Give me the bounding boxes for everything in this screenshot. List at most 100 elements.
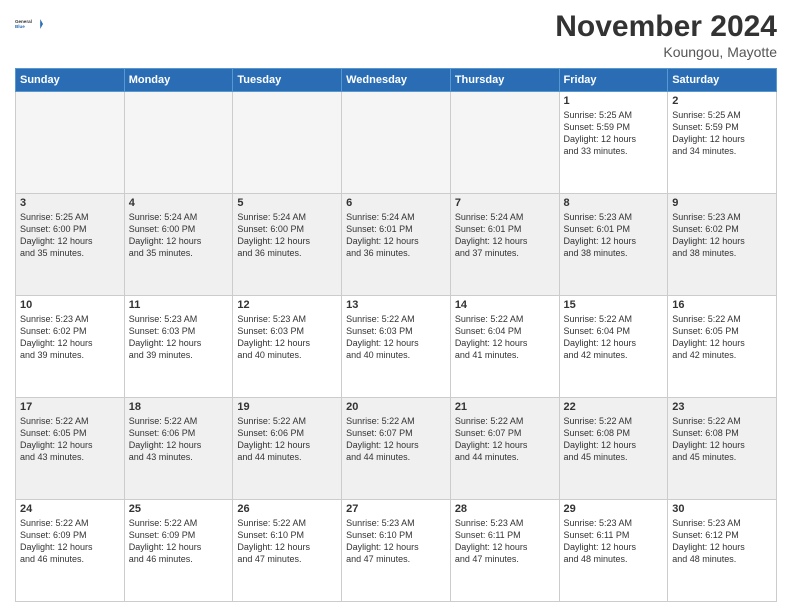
day-number: 20 <box>346 401 446 413</box>
header: General Blue November 2024 Koungou, Mayo… <box>15 10 777 60</box>
calendar-cell: 14 Sunrise: 5:22 AMSunset: 6:04 PMDayligh… <box>450 296 559 398</box>
calendar-cell: 1 Sunrise: 5:25 AMSunset: 5:59 PMDaylight… <box>559 92 668 194</box>
day-number: 21 <box>455 401 555 413</box>
day-info: Sunrise: 5:25 AMSunset: 5:59 PMDaylight:… <box>564 109 664 158</box>
day-number: 14 <box>455 299 555 311</box>
day-info: Sunrise: 5:22 AMSunset: 6:10 PMDaylight:… <box>237 517 337 566</box>
logo: General Blue <box>15 10 43 38</box>
calendar-week-0: 1 Sunrise: 5:25 AMSunset: 5:59 PMDaylight… <box>16 92 777 194</box>
calendar-cell <box>124 92 233 194</box>
calendar-body: 1 Sunrise: 5:25 AMSunset: 5:59 PMDaylight… <box>16 92 777 602</box>
header-sunday: Sunday <box>16 69 125 92</box>
day-info: Sunrise: 5:22 AMSunset: 6:09 PMDaylight:… <box>129 517 229 566</box>
day-number: 30 <box>672 503 772 515</box>
calendar-cell: 4 Sunrise: 5:24 AMSunset: 6:00 PMDaylight… <box>124 194 233 296</box>
header-thursday: Thursday <box>450 69 559 92</box>
day-number: 15 <box>564 299 664 311</box>
day-number: 8 <box>564 197 664 209</box>
logo-icon: General Blue <box>15 10 43 38</box>
calendar-cell: 3 Sunrise: 5:25 AMSunset: 6:00 PMDaylight… <box>16 194 125 296</box>
day-number: 19 <box>237 401 337 413</box>
svg-text:Blue: Blue <box>15 24 25 29</box>
calendar-cell: 15 Sunrise: 5:22 AMSunset: 6:04 PMDayligh… <box>559 296 668 398</box>
day-info: Sunrise: 5:22 AMSunset: 6:07 PMDaylight:… <box>346 415 446 464</box>
day-number: 28 <box>455 503 555 515</box>
calendar-cell: 16Sunrise: 5:22 AMSunset: 6:05 PMDayligh… <box>668 296 777 398</box>
svg-text:General: General <box>15 19 32 24</box>
day-info: Sunrise: 5:25 AMSunset: 6:00 PMDaylight:… <box>20 211 120 260</box>
calendar-cell: 24Sunrise: 5:22 AMSunset: 6:09 PMDayligh… <box>16 500 125 602</box>
calendar-week-2: 10 Sunrise: 5:23 AMSunset: 6:02 PMDayligh… <box>16 296 777 398</box>
day-info: Sunrise: 5:23 AMSunset: 6:11 PMDaylight:… <box>455 517 555 566</box>
calendar-cell: 29 Sunrise: 5:23 AMSunset: 6:11 PMDayligh… <box>559 500 668 602</box>
day-info: Sunrise: 5:23 AMSunset: 6:10 PMDaylight:… <box>346 517 446 566</box>
day-info: Sunrise: 5:23 AMSunset: 6:01 PMDaylight:… <box>564 211 664 260</box>
day-info: Sunrise: 5:22 AMSunset: 6:05 PMDaylight:… <box>20 415 120 464</box>
calendar-cell: 7 Sunrise: 5:24 AMSunset: 6:01 PMDaylight… <box>450 194 559 296</box>
day-number: 7 <box>455 197 555 209</box>
day-number: 9 <box>672 197 772 209</box>
day-number: 4 <box>129 197 229 209</box>
day-info: Sunrise: 5:22 AMSunset: 6:08 PMDaylight:… <box>672 415 772 464</box>
day-info: Sunrise: 5:22 AMSunset: 6:06 PMDaylight:… <box>129 415 229 464</box>
day-number: 23 <box>672 401 772 413</box>
calendar-cell: 5Sunrise: 5:24 AMSunset: 6:00 PMDaylight… <box>233 194 342 296</box>
calendar-cell: 26Sunrise: 5:22 AMSunset: 6:10 PMDayligh… <box>233 500 342 602</box>
day-number: 22 <box>564 401 664 413</box>
header-friday: Friday <box>559 69 668 92</box>
calendar-cell: 21 Sunrise: 5:22 AMSunset: 6:07 PMDayligh… <box>450 398 559 500</box>
calendar-cell <box>233 92 342 194</box>
day-info: Sunrise: 5:23 AMSunset: 6:12 PMDaylight:… <box>672 517 772 566</box>
calendar-cell: 6Sunrise: 5:24 AMSunset: 6:01 PMDaylight… <box>342 194 451 296</box>
day-number: 1 <box>564 95 664 107</box>
day-number: 11 <box>129 299 229 311</box>
day-number: 27 <box>346 503 446 515</box>
day-info: Sunrise: 5:23 AMSunset: 6:02 PMDaylight:… <box>20 313 120 362</box>
day-number: 17 <box>20 401 120 413</box>
day-info: Sunrise: 5:22 AMSunset: 6:07 PMDaylight:… <box>455 415 555 464</box>
calendar-header-row: Sunday Monday Tuesday Wednesday Thursday… <box>16 69 777 92</box>
day-info: Sunrise: 5:24 AMSunset: 6:01 PMDaylight:… <box>346 211 446 260</box>
day-info: Sunrise: 5:23 AMSunset: 6:03 PMDaylight:… <box>129 313 229 362</box>
day-number: 18 <box>129 401 229 413</box>
calendar-cell: 11 Sunrise: 5:23 AMSunset: 6:03 PMDayligh… <box>124 296 233 398</box>
day-info: Sunrise: 5:22 AMSunset: 6:05 PMDaylight:… <box>672 313 772 362</box>
calendar-cell: 9 Sunrise: 5:23 AMSunset: 6:02 PMDaylight… <box>668 194 777 296</box>
calendar-cell: 23 Sunrise: 5:22 AMSunset: 6:08 PMDayligh… <box>668 398 777 500</box>
day-number: 10 <box>20 299 120 311</box>
day-info: Sunrise: 5:24 AMSunset: 6:01 PMDaylight:… <box>455 211 555 260</box>
day-info: Sunrise: 5:23 AMSunset: 6:11 PMDaylight:… <box>564 517 664 566</box>
day-number: 29 <box>564 503 664 515</box>
calendar: Sunday Monday Tuesday Wednesday Thursday… <box>15 68 777 602</box>
calendar-cell: 12Sunrise: 5:23 AMSunset: 6:03 PMDayligh… <box>233 296 342 398</box>
calendar-cell: 28 Sunrise: 5:23 AMSunset: 6:11 PMDayligh… <box>450 500 559 602</box>
calendar-cell: 13 Sunrise: 5:22 AMSunset: 6:03 PMDayligh… <box>342 296 451 398</box>
day-info: Sunrise: 5:22 AMSunset: 6:04 PMDaylight:… <box>455 313 555 362</box>
title-block: November 2024 Koungou, Mayotte <box>555 10 777 60</box>
month-title: November 2024 <box>555 10 777 44</box>
page: General Blue November 2024 Koungou, Mayo… <box>0 0 792 612</box>
calendar-cell <box>342 92 451 194</box>
day-info: Sunrise: 5:23 AMSunset: 6:02 PMDaylight:… <box>672 211 772 260</box>
day-info: Sunrise: 5:22 AMSunset: 6:03 PMDaylight:… <box>346 313 446 362</box>
calendar-cell: 30 Sunrise: 5:23 AMSunset: 6:12 PMDayligh… <box>668 500 777 602</box>
day-info: Sunrise: 5:24 AMSunset: 6:00 PMDaylight:… <box>129 211 229 260</box>
day-number: 5 <box>237 197 337 209</box>
day-info: Sunrise: 5:22 AMSunset: 6:04 PMDaylight:… <box>564 313 664 362</box>
day-number: 3 <box>20 197 120 209</box>
calendar-cell: 22 Sunrise: 5:22 AMSunset: 6:08 PMDayligh… <box>559 398 668 500</box>
header-saturday: Saturday <box>668 69 777 92</box>
header-wednesday: Wednesday <box>342 69 451 92</box>
day-info: Sunrise: 5:22 AMSunset: 6:08 PMDaylight:… <box>564 415 664 464</box>
calendar-week-4: 24Sunrise: 5:22 AMSunset: 6:09 PMDayligh… <box>16 500 777 602</box>
calendar-cell: 20 Sunrise: 5:22 AMSunset: 6:07 PMDayligh… <box>342 398 451 500</box>
day-number: 13 <box>346 299 446 311</box>
calendar-cell <box>450 92 559 194</box>
day-number: 2 <box>672 95 772 107</box>
location: Koungou, Mayotte <box>555 44 777 60</box>
day-info: Sunrise: 5:22 AMSunset: 6:09 PMDaylight:… <box>20 517 120 566</box>
day-info: Sunrise: 5:23 AMSunset: 6:03 PMDaylight:… <box>237 313 337 362</box>
calendar-week-1: 3 Sunrise: 5:25 AMSunset: 6:00 PMDaylight… <box>16 194 777 296</box>
calendar-cell: 25Sunrise: 5:22 AMSunset: 6:09 PMDayligh… <box>124 500 233 602</box>
calendar-cell: 18 Sunrise: 5:22 AMSunset: 6:06 PMDayligh… <box>124 398 233 500</box>
